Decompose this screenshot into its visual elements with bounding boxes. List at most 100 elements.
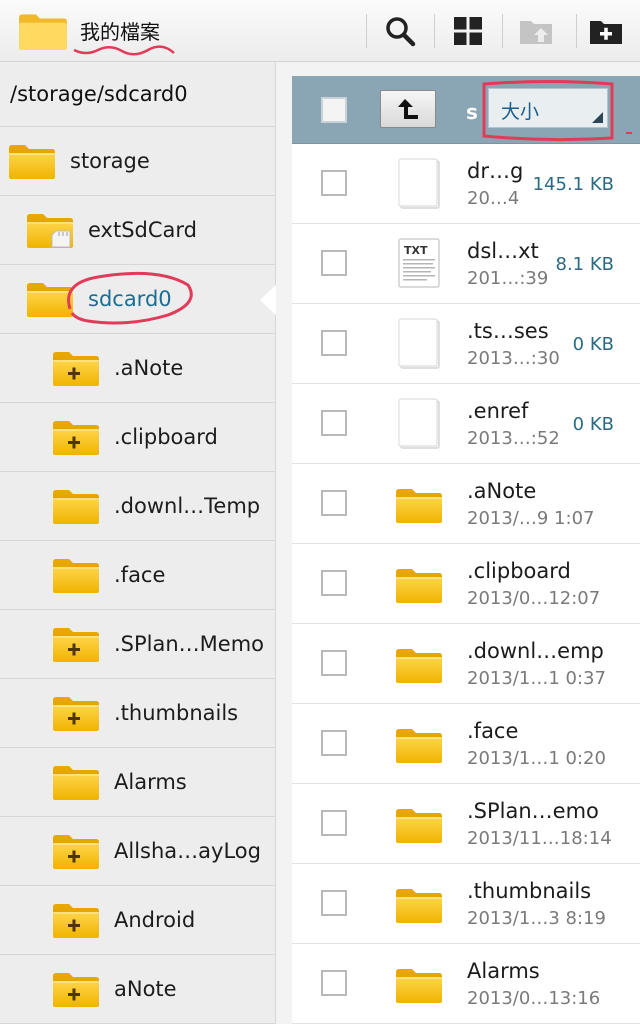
tree-item[interactable]: sdcard0: [0, 265, 276, 334]
folder-icon[interactable]: [18, 10, 68, 52]
tree-item[interactable]: .downl…Temp: [0, 472, 275, 541]
select-all-checkbox[interactable]: [321, 97, 347, 123]
tree-item-label: .face: [114, 563, 166, 587]
toolbar-separator: [434, 14, 435, 48]
tree-item[interactable]: extSdCard: [0, 196, 275, 265]
tree-item[interactable]: aNote: [0, 955, 275, 1024]
tree-item[interactable]: Alarms: [0, 748, 275, 817]
folder-icon: [52, 487, 100, 525]
file-checkbox[interactable]: [321, 410, 347, 436]
folder-plus-icon: [52, 418, 100, 456]
folder-up-icon: [520, 21, 552, 44]
parent-folder-button[interactable]: [380, 90, 436, 128]
file-date: 2013/1…1 0:20: [467, 748, 606, 769]
sdcard-folder-icon: [26, 211, 74, 249]
file-name: .SPlan…emo: [467, 799, 599, 823]
txt-file-icon: [395, 238, 443, 290]
file-row[interactable]: dsl…xt 201…:39 8.1 KB: [292, 224, 640, 304]
file-date: 201…:39: [467, 268, 549, 289]
file-checkbox[interactable]: [321, 650, 347, 676]
folder-icon: [395, 486, 443, 524]
file-date: 20…4: [467, 188, 520, 209]
sort-annotation-circle: [482, 80, 614, 142]
file-checkbox[interactable]: [321, 170, 347, 196]
file-icon: [395, 158, 443, 210]
file-size: 0 KB: [572, 334, 614, 355]
file-checkbox[interactable]: [321, 250, 347, 276]
tree-item-label: .clipboard: [114, 425, 218, 449]
file-checkbox[interactable]: [321, 330, 347, 356]
file-size: 0 KB: [572, 414, 614, 435]
tree-item[interactable]: .face: [0, 541, 275, 610]
file-date: 2013/1…1 0:37: [467, 668, 606, 689]
file-name: dsl…xt: [467, 239, 539, 263]
tree-item[interactable]: Allsha…ayLog: [0, 817, 275, 886]
folder-up-button[interactable]: [514, 10, 558, 52]
toolbar-separator: [576, 14, 577, 48]
toolbar-separator: [502, 14, 503, 48]
view-mode-button[interactable]: [446, 10, 490, 52]
file-row[interactable]: .SPlan…emo 2013/11…18:14: [292, 784, 640, 864]
file-name: dr…g: [467, 159, 524, 183]
file-checkbox[interactable]: [321, 810, 347, 836]
selection-annotation-circle: [67, 271, 193, 325]
folder-icon: [395, 806, 443, 844]
folder-icon: [395, 726, 443, 764]
folder-plus-icon: [52, 694, 100, 732]
folder-icon: [395, 966, 443, 1004]
tree-item-label: aNote: [114, 977, 177, 1001]
file-checkbox[interactable]: [321, 890, 347, 916]
file-checkbox[interactable]: [321, 730, 347, 756]
file-row[interactable]: .ts…ses 2013…:30 0 KB: [292, 304, 640, 384]
file-row[interactable]: .thumbnails 2013/1…3 8:19: [292, 864, 640, 944]
file-row[interactable]: .aNote 2013/…9 1:07: [292, 464, 640, 544]
file-checkbox[interactable]: [321, 970, 347, 996]
file-checkbox[interactable]: [321, 570, 347, 596]
file-name: .face: [467, 719, 519, 743]
file-list-pane: s 大小 dr…g 20…4 145.1 KB dsl…xt 201…:39 8.1 KB…: [292, 76, 640, 1024]
tree-item[interactable]: .clipboard: [0, 403, 275, 472]
search-button[interactable]: [378, 10, 422, 52]
folder-icon: [395, 566, 443, 604]
file-date: 2013/11…18:14: [467, 828, 612, 849]
file-date: 2013…:52: [467, 428, 560, 449]
search-icon: [386, 17, 416, 47]
tree-item[interactable]: .thumbnails: [0, 679, 275, 748]
file-size: 8.1 KB: [555, 254, 615, 275]
file-row[interactable]: dr…g 20…4 145.1 KB: [292, 144, 640, 224]
tree-item-label: storage: [70, 149, 150, 173]
tree-item-label: Allsha…ayLog: [114, 839, 261, 863]
file-checkbox[interactable]: [321, 490, 347, 516]
toolbar-separator: [366, 14, 367, 48]
action-bar: 我的檔案: [0, 0, 640, 62]
tree-item[interactable]: storage: [0, 127, 275, 196]
file-row[interactable]: .clipboard 2013/0…12:07: [292, 544, 640, 624]
tree-item[interactable]: .aNote: [0, 334, 275, 403]
current-path: /storage/sdcard0: [0, 62, 275, 127]
tree-item-label: .thumbnails: [114, 701, 239, 725]
tree-item-label: .aNote: [114, 356, 184, 380]
tree-item[interactable]: .SPlan…Memo: [0, 610, 275, 679]
folder-icon: [8, 142, 56, 180]
folder-plus-icon: [52, 970, 100, 1008]
file-name: .downl…emp: [467, 639, 604, 663]
file-row[interactable]: .enref 2013…:52 0 KB: [292, 384, 640, 464]
add-folder-button[interactable]: [584, 10, 628, 52]
tree-item-label: .downl…Temp: [114, 494, 261, 518]
file-row[interactable]: .face 2013/1…1 0:20: [292, 704, 640, 784]
folder-icon: [395, 886, 443, 924]
file-date: 2013/1…3 8:19: [467, 908, 606, 929]
grid-view-icon: [454, 17, 482, 45]
file-row[interactable]: Alarms 2013/0…13:16: [292, 944, 640, 1024]
tree-item[interactable]: Android: [0, 886, 275, 955]
tree-item-label: Android: [114, 908, 196, 932]
selection-pointer: [260, 285, 276, 315]
file-date: 2013…:30: [467, 348, 560, 369]
file-row[interactable]: .downl…emp 2013/1…1 0:37: [292, 624, 640, 704]
folder-icon: [52, 763, 100, 801]
file-date: 2013/0…13:16: [467, 988, 601, 1009]
file-icon: [395, 318, 443, 370]
folder-plus-icon: [52, 349, 100, 387]
add-folder-icon: [590, 21, 622, 44]
arrow-up-icon: [398, 99, 418, 119]
